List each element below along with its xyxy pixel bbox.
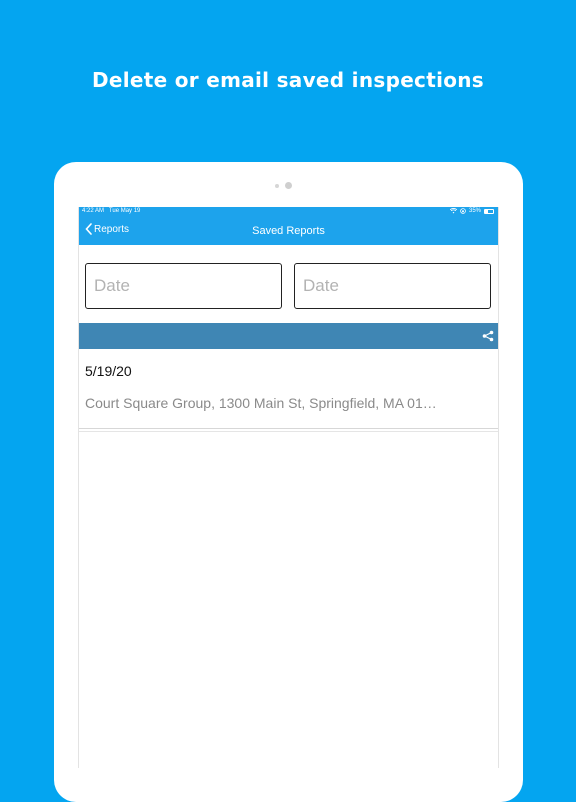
status-indicators: 35% xyxy=(449,208,494,214)
app-screen: 4:22 AM Tue May 19 35% Reports Saved Rep… xyxy=(78,207,499,768)
status-bar: 4:22 AM Tue May 19 35% xyxy=(79,207,498,217)
report-address: Court Square Group, 1300 Main St, Spring… xyxy=(85,395,437,411)
list-divider xyxy=(79,431,498,432)
camera-sensor xyxy=(275,184,279,188)
status-time: 4:22 AM xyxy=(82,208,105,214)
reports-header-bar xyxy=(79,323,498,349)
navigation-bar: Reports Saved Reports xyxy=(79,217,498,245)
report-list-item[interactable]: 5/19/20 Court Square Group, 1300 Main St… xyxy=(79,349,498,429)
battery-icon xyxy=(484,208,494,214)
wifi-icon xyxy=(449,208,457,214)
promo-headline: Delete or email saved inspections xyxy=(91,68,485,92)
page-title: Saved Reports xyxy=(252,225,325,237)
status-date: Tue May 19 xyxy=(108,208,141,214)
date-from-field[interactable] xyxy=(85,263,282,309)
status-time-date: 4:22 AM Tue May 19 xyxy=(82,208,140,214)
orientation-lock-icon xyxy=(460,208,466,214)
camera-lens xyxy=(285,182,292,189)
share-icon[interactable] xyxy=(482,330,494,342)
battery-percent: 35% xyxy=(468,208,481,214)
date-to-field[interactable] xyxy=(294,263,491,309)
report-date: 5/19/20 xyxy=(85,363,132,379)
